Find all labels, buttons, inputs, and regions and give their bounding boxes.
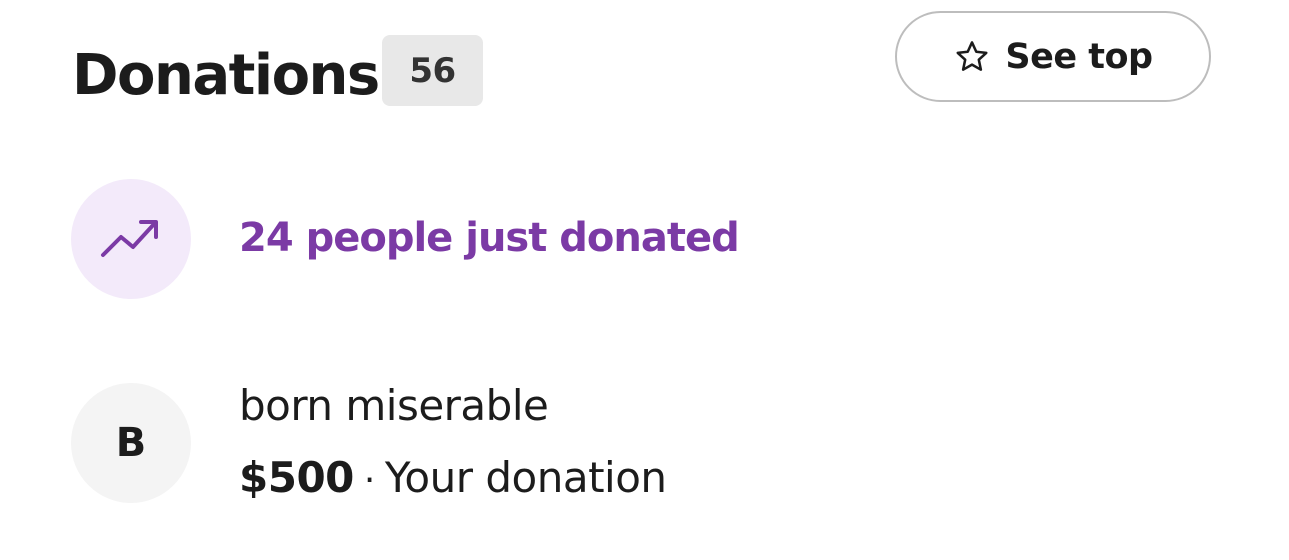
- recent-donations-message: 24 people just donated: [239, 215, 740, 261]
- see-top-label: See top: [1005, 36, 1153, 77]
- donation-note: Your donation: [384, 453, 667, 502]
- donation-count-badge: 56: [382, 35, 483, 106]
- trending-icon-circle: [71, 179, 191, 299]
- see-top-button[interactable]: See top: [895, 11, 1211, 102]
- donations-title: Donations: [72, 43, 380, 108]
- star-outline-icon: [953, 38, 991, 76]
- donor-name: born miserable: [239, 381, 549, 430]
- trending-up-icon: [99, 215, 163, 263]
- avatar: B: [71, 383, 191, 503]
- separator-dot: ·: [363, 460, 375, 501]
- donation-amount: $500: [239, 453, 354, 502]
- donation-details: $500 · Your donation: [239, 450, 667, 509]
